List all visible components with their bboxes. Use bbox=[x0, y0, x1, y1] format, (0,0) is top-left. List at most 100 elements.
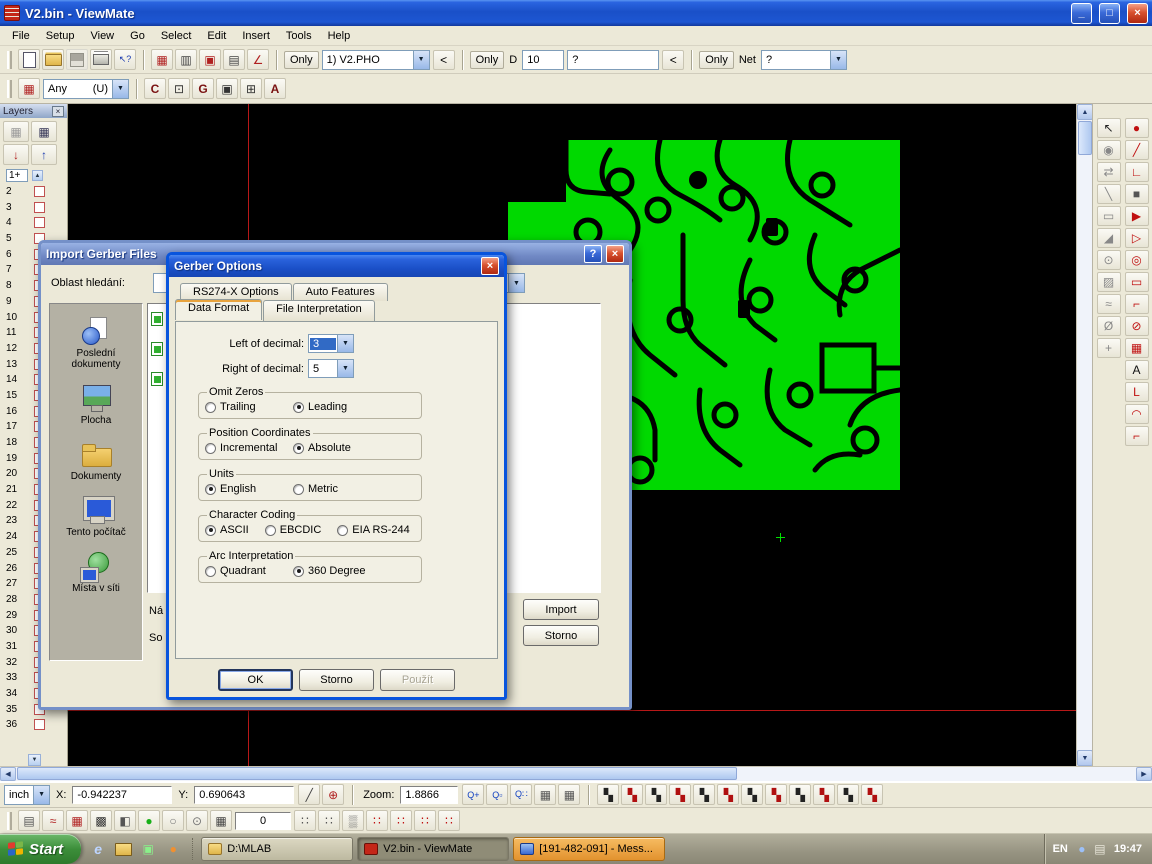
online-status-icon[interactable]: ● bbox=[138, 810, 160, 831]
smooth-icon[interactable]: ≈ bbox=[1097, 294, 1121, 314]
filled-square-icon[interactable]: ■ bbox=[1125, 184, 1149, 204]
letter-g-icon[interactable]: G bbox=[192, 78, 214, 99]
menu-item[interactable]: Go bbox=[122, 28, 153, 44]
only-net-toggle[interactable]: Only bbox=[699, 51, 734, 69]
menu-item[interactable]: View bbox=[82, 28, 122, 44]
horizontal-scrollbar[interactable]: ◀ ▶ bbox=[0, 766, 1152, 781]
dcode-table-icon[interactable]: ▦ bbox=[151, 49, 173, 70]
layer-row[interactable]: 36 bbox=[6, 717, 67, 733]
right-of-decimal-combo[interactable]: 5 ▼ bbox=[308, 359, 354, 378]
restore-button[interactable]: □ bbox=[1099, 3, 1120, 24]
start-button[interactable]: Start bbox=[0, 834, 81, 864]
origin-icon[interactable]: ⊕ bbox=[322, 784, 344, 805]
layer-color-swatch[interactable] bbox=[34, 719, 45, 730]
radio-quadrant[interactable]: Quadrant bbox=[205, 565, 293, 577]
window-target-icon[interactable]: ⊞ bbox=[240, 78, 262, 99]
tab-file-interpretation[interactable]: File Interpretation bbox=[263, 300, 375, 321]
ring-icon[interactable]: ⊙ bbox=[1097, 250, 1121, 270]
gerber-dialog-titlebar[interactable]: Gerber Options × bbox=[169, 255, 504, 277]
swap-icon[interactable]: ⇄ bbox=[1097, 162, 1121, 182]
gerber-file-icon[interactable] bbox=[151, 312, 163, 326]
highlight-icon[interactable]: ◉ bbox=[1097, 140, 1121, 160]
diagonal-measure-icon[interactable]: ╱ bbox=[298, 784, 320, 805]
checker-icon[interactable]: ▩ bbox=[90, 810, 112, 831]
frame-icon[interactable]: ▭ bbox=[1097, 206, 1121, 226]
scroll-right-icon[interactable]: ▶ bbox=[1136, 767, 1152, 781]
save-icon[interactable] bbox=[66, 49, 88, 70]
place-documents[interactable]: Dokumenty bbox=[52, 439, 140, 482]
help-icon[interactable]: ? bbox=[584, 245, 602, 263]
dcode-pair-6-icon[interactable]: ▚ bbox=[717, 784, 739, 805]
dot-matrix-icon[interactable]: ∷ bbox=[294, 810, 316, 831]
menu-item[interactable]: Help bbox=[320, 28, 359, 44]
zoom-in-icon[interactable]: Q+ bbox=[462, 784, 484, 805]
tab-data-format[interactable]: Data Format bbox=[175, 299, 262, 320]
draw-triangle-icon[interactable]: ▷ bbox=[1125, 228, 1149, 248]
prev-dcode-button[interactable]: < bbox=[662, 50, 684, 70]
layer-scroll-down-icon[interactable]: ▼ bbox=[28, 754, 41, 766]
close-button[interactable]: × bbox=[1127, 3, 1148, 24]
sel-pads3-icon[interactable]: ∷ bbox=[414, 810, 436, 831]
chevron-down-icon[interactable]: ▼ bbox=[337, 360, 353, 377]
radio-leading[interactable]: Leading bbox=[293, 401, 347, 413]
net-layers-icon[interactable]: ▤ bbox=[18, 810, 40, 831]
scroll-up-icon[interactable]: ▲ bbox=[1077, 104, 1093, 120]
dcode-pair-1-icon[interactable]: ▚ bbox=[597, 784, 619, 805]
grid-a-icon[interactable]: ▦ bbox=[534, 784, 556, 805]
measure-tool-icon[interactable]: ∠ bbox=[247, 49, 269, 70]
layer-row[interactable]: 2 bbox=[6, 184, 67, 200]
draw-pad-icon[interactable]: ● bbox=[1125, 118, 1149, 138]
aperture-rows-icon[interactable]: ▤ bbox=[223, 49, 245, 70]
layer-shift-down-icon[interactable]: ↓ bbox=[3, 144, 29, 165]
toolbar-grip[interactable] bbox=[7, 80, 12, 98]
half-fill-icon[interactable]: ◧ bbox=[114, 810, 136, 831]
arc-tool-icon[interactable]: ◠ bbox=[1125, 404, 1149, 424]
tab-auto-features[interactable]: Auto Features bbox=[293, 283, 388, 301]
taskbar-button-viewmate[interactable]: V2.bin - ViewMate bbox=[357, 837, 509, 861]
context-help-icon[interactable]: ↖? bbox=[114, 49, 136, 70]
letter-a-icon[interactable]: A bbox=[264, 78, 286, 99]
chevron-down-icon[interactable]: ▼ bbox=[112, 80, 128, 98]
aperture-target-icon[interactable]: ⊡ bbox=[168, 78, 190, 99]
clock[interactable]: 19:47 bbox=[1114, 843, 1142, 855]
pad-flash-icon[interactable]: ▣ bbox=[216, 78, 238, 99]
chevron-down-icon[interactable]: ▼ bbox=[508, 274, 524, 292]
text-tool-icon[interactable]: A bbox=[1125, 360, 1149, 380]
label-tool-icon[interactable]: L bbox=[1125, 382, 1149, 402]
layer-shift-up-icon[interactable]: ↑ bbox=[31, 144, 57, 165]
language-indicator[interactable]: EN bbox=[1053, 843, 1068, 855]
dcode-pair-10-icon[interactable]: ▚ bbox=[813, 784, 835, 805]
aperture-columns-icon[interactable]: ▥ bbox=[175, 49, 197, 70]
unit-combo[interactable]: inch ▼ bbox=[4, 785, 50, 805]
dcode-pair-2-icon[interactable]: ▚ bbox=[621, 784, 643, 805]
gerber-file-icon[interactable] bbox=[151, 372, 163, 386]
draw-trace-icon[interactable]: ╱ bbox=[1125, 140, 1149, 160]
circle-dot-icon[interactable]: ⊙ bbox=[186, 810, 208, 831]
menu-item[interactable]: Setup bbox=[38, 28, 83, 44]
folder-quicklaunch-icon[interactable] bbox=[112, 839, 134, 860]
close-icon[interactable]: × bbox=[481, 257, 499, 275]
layer-color-swatch[interactable] bbox=[32, 170, 43, 181]
new-file-icon[interactable] bbox=[18, 49, 40, 70]
menu-item[interactable]: Tools bbox=[278, 28, 320, 44]
menu-item[interactable]: Edit bbox=[199, 28, 234, 44]
dcode-pair-12-icon[interactable]: ▚ bbox=[861, 784, 883, 805]
chevron-down-icon[interactable]: ▼ bbox=[33, 786, 49, 804]
draw-rect-icon[interactable]: ▭ bbox=[1125, 272, 1149, 292]
diameter-icon[interactable]: Ø bbox=[1097, 316, 1121, 336]
dcode-pair-8-icon[interactable]: ▚ bbox=[765, 784, 787, 805]
messenger-tray-icon[interactable]: ● bbox=[1074, 839, 1090, 860]
dcode-filter-input[interactable]: ? bbox=[567, 50, 659, 70]
radio-ebcdic[interactable]: EBCDIC bbox=[265, 524, 322, 536]
close-icon[interactable]: × bbox=[52, 106, 64, 117]
gerber-file-icon[interactable] bbox=[151, 342, 163, 356]
cross-tool-icon[interactable]: + bbox=[1097, 338, 1121, 358]
layer-combo[interactable]: 1) V2.PHO ▼ bbox=[322, 50, 430, 70]
draw-arrow-icon[interactable]: ▶ bbox=[1125, 206, 1149, 226]
layer-row[interactable]: 3 bbox=[6, 199, 67, 215]
taskbar-button-messenger[interactable]: [191-482-091] - Mess... bbox=[513, 837, 665, 861]
dot-matrix2-icon[interactable]: ∷ bbox=[318, 810, 340, 831]
line-probe-icon[interactable]: ╲ bbox=[1097, 184, 1121, 204]
chevron-down-icon[interactable]: ▼ bbox=[337, 335, 353, 352]
grid-b-icon[interactable]: ▦ bbox=[558, 784, 580, 805]
